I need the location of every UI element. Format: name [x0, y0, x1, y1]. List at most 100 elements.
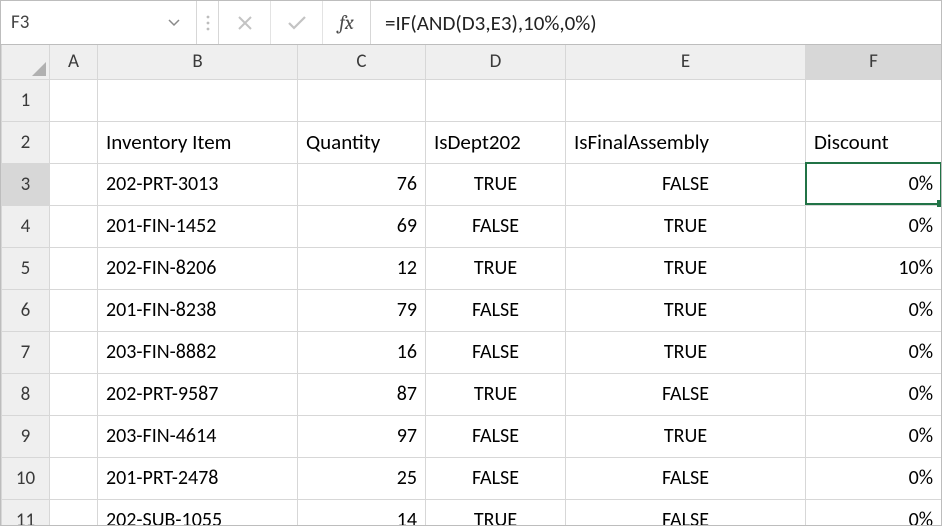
cell-A1[interactable]	[50, 79, 98, 121]
cell-F3[interactable]: 0%	[806, 163, 942, 205]
fx-handle-icon[interactable]	[197, 1, 219, 44]
cell-C7[interactable]: 16	[298, 331, 426, 373]
cell-E4[interactable]: TRUE	[566, 205, 806, 247]
cell-A7[interactable]	[50, 331, 98, 373]
cell-D4[interactable]: FALSE	[426, 205, 566, 247]
cell-C2[interactable]: Quantity	[298, 121, 426, 163]
select-all-corner[interactable]	[2, 45, 50, 79]
cell-C6[interactable]: 79	[298, 289, 426, 331]
cell-F1[interactable]	[806, 79, 942, 121]
cell-B3[interactable]: 202-PRT-3013	[98, 163, 298, 205]
formula-input[interactable]: =IF(AND(D3,E3),10%,0%)	[371, 1, 941, 44]
name-box[interactable]: F3	[1, 1, 197, 44]
row-3: 3 202-PRT-3013 76 TRUE FALSE 0%	[2, 163, 942, 205]
cell-C1[interactable]	[298, 79, 426, 121]
cell-B4[interactable]: 201-FIN-1452	[98, 205, 298, 247]
row-header-4[interactable]: 4	[2, 205, 50, 247]
cell-D7[interactable]: FALSE	[426, 331, 566, 373]
insert-function-button[interactable]: fx	[323, 1, 371, 44]
cell-D8[interactable]: TRUE	[426, 373, 566, 415]
cell-D1[interactable]	[426, 79, 566, 121]
cell-E7[interactable]: TRUE	[566, 331, 806, 373]
cell-B6[interactable]: 201-FIN-8238	[98, 289, 298, 331]
row-6: 6 201-FIN-8238 79 FALSE TRUE 0%	[2, 289, 942, 331]
cell-C5[interactable]: 12	[298, 247, 426, 289]
row-8: 8 202-PRT-9587 87 TRUE FALSE 0%	[2, 373, 942, 415]
col-header-E[interactable]: E	[566, 45, 806, 79]
cell-C8[interactable]: 87	[298, 373, 426, 415]
row-header-7[interactable]: 7	[2, 331, 50, 373]
cell-B7[interactable]: 203-FIN-8882	[98, 331, 298, 373]
cell-F11[interactable]: 0%	[806, 499, 942, 525]
row-header-10[interactable]: 10	[2, 457, 50, 499]
cell-F4[interactable]: 0%	[806, 205, 942, 247]
cell-F7[interactable]: 0%	[806, 331, 942, 373]
cell-A6[interactable]	[50, 289, 98, 331]
row-5: 5 202-FIN-8206 12 TRUE TRUE 10%	[2, 247, 942, 289]
cell-D10[interactable]: FALSE	[426, 457, 566, 499]
cell-C11[interactable]: 14	[298, 499, 426, 525]
cell-B9[interactable]: 203-FIN-4614	[98, 415, 298, 457]
cell-B10[interactable]: 201-PRT-2478	[98, 457, 298, 499]
cell-A11[interactable]	[50, 499, 98, 525]
sheet-grid[interactable]: A B C D E F 1	[1, 45, 941, 525]
cell-A3[interactable]	[50, 163, 98, 205]
cell-B11[interactable]: 202-SUB-1055	[98, 499, 298, 525]
cell-E10[interactable]: FALSE	[566, 457, 806, 499]
cell-B8[interactable]: 202-PRT-9587	[98, 373, 298, 415]
cell-E5[interactable]: TRUE	[566, 247, 806, 289]
col-header-C[interactable]: C	[298, 45, 426, 79]
row-header-11[interactable]: 11	[2, 499, 50, 525]
col-header-F[interactable]: F	[806, 45, 942, 79]
cell-F9[interactable]: 0%	[806, 415, 942, 457]
row-7: 7 203-FIN-8882 16 FALSE TRUE 0%	[2, 331, 942, 373]
cell-E11[interactable]: FALSE	[566, 499, 806, 525]
cell-F5[interactable]: 10%	[806, 247, 942, 289]
cell-A9[interactable]	[50, 415, 98, 457]
cell-F10[interactable]: 0%	[806, 457, 942, 499]
fx-label-text: fx	[339, 11, 354, 34]
cell-E2[interactable]: IsFinalAssembly	[566, 121, 806, 163]
col-header-D[interactable]: D	[426, 45, 566, 79]
name-box-dropdown-icon[interactable]	[168, 19, 186, 27]
cell-A2[interactable]	[50, 121, 98, 163]
row-header-5[interactable]: 5	[2, 247, 50, 289]
row-header-3[interactable]: 3	[2, 163, 50, 205]
cell-F2[interactable]: Discount	[806, 121, 942, 163]
cell-B1[interactable]	[98, 79, 298, 121]
cell-C10[interactable]: 25	[298, 457, 426, 499]
cell-E1[interactable]	[566, 79, 806, 121]
formula-text: =IF(AND(D3,E3),10%,0%)	[385, 10, 597, 36]
cell-A5[interactable]	[50, 247, 98, 289]
sheet-table: A B C D E F 1	[1, 45, 941, 525]
col-header-A[interactable]: A	[50, 45, 98, 79]
cell-A4[interactable]	[50, 205, 98, 247]
row-header-6[interactable]: 6	[2, 289, 50, 331]
formula-bar: F3 fx =IF(AND(D3,E	[1, 1, 941, 45]
cell-F6[interactable]: 0%	[806, 289, 942, 331]
cell-D11[interactable]: TRUE	[426, 499, 566, 525]
cell-A8[interactable]	[50, 373, 98, 415]
cell-A10[interactable]	[50, 457, 98, 499]
cell-B2[interactable]: Inventory Item	[98, 121, 298, 163]
cell-C9[interactable]: 97	[298, 415, 426, 457]
cell-C4[interactable]: 69	[298, 205, 426, 247]
cell-E3[interactable]: FALSE	[566, 163, 806, 205]
col-header-B[interactable]: B	[98, 45, 298, 79]
cell-C3[interactable]: 76	[298, 163, 426, 205]
cell-D2[interactable]: IsDept202	[426, 121, 566, 163]
row-header-1[interactable]: 1	[2, 79, 50, 121]
cell-D5[interactable]: TRUE	[426, 247, 566, 289]
row-header-8[interactable]: 8	[2, 373, 50, 415]
cell-E8[interactable]: FALSE	[566, 373, 806, 415]
cell-D3[interactable]: TRUE	[426, 163, 566, 205]
cell-D6[interactable]: FALSE	[426, 289, 566, 331]
cell-F8[interactable]: 0%	[806, 373, 942, 415]
cell-E6[interactable]: TRUE	[566, 289, 806, 331]
row-header-9[interactable]: 9	[2, 415, 50, 457]
cell-E9[interactable]: TRUE	[566, 415, 806, 457]
cell-B5[interactable]: 202-FIN-8206	[98, 247, 298, 289]
row-header-2[interactable]: 2	[2, 121, 50, 163]
row-11: 11 202-SUB-1055 14 TRUE FALSE 0%	[2, 499, 942, 525]
cell-D9[interactable]: FALSE	[426, 415, 566, 457]
